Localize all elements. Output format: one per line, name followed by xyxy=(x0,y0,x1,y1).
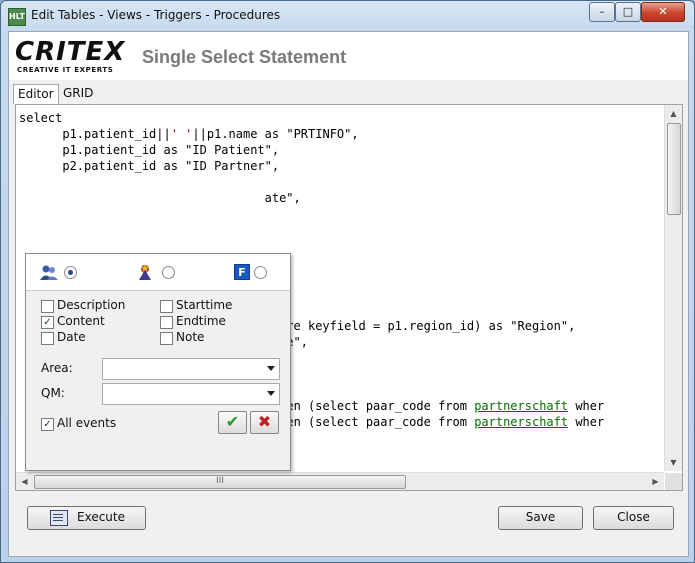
execute-icon xyxy=(50,510,68,526)
minimize-button[interactable]: – xyxy=(589,2,615,22)
magic-icon xyxy=(139,264,151,280)
qm-label: QM: xyxy=(41,386,65,400)
chevron-down-icon[interactable] xyxy=(267,391,275,396)
label-note: Note xyxy=(176,330,205,344)
scroll-left-icon[interactable]: ◀ xyxy=(16,473,33,490)
code-line[interactable]: ate", xyxy=(19,190,662,206)
scroll-corner xyxy=(665,473,682,490)
page-title: Single Select Statement xyxy=(142,47,347,67)
critex-logo: CRITEX CREATIVE IT EXPERTS xyxy=(15,38,125,76)
label-starttime: Starttime xyxy=(176,298,233,312)
app-window: HLT Edit Tables - Views - Triggers - Pro… xyxy=(0,0,695,563)
checkbox-content[interactable]: ✓ xyxy=(41,316,54,329)
checkbox-endtime[interactable] xyxy=(160,316,173,329)
code-table-link[interactable]: partnerschaft xyxy=(474,415,568,429)
label-description: Description xyxy=(57,298,126,312)
checkbox-description[interactable] xyxy=(41,300,54,313)
code-text: p2.patient_id as "ID Partner", xyxy=(62,159,280,173)
app-icon: HLT xyxy=(8,8,26,26)
code-line[interactable]: select xyxy=(19,110,662,126)
maximize-button[interactable]: □ xyxy=(615,2,641,22)
code-line[interactable] xyxy=(19,222,662,238)
code-text: then (select paar_code from xyxy=(264,415,475,429)
window-title: Edit Tables - Views - Triggers - Procedu… xyxy=(31,8,281,22)
checkbox-starttime[interactable] xyxy=(160,300,173,313)
label-all-events: All events xyxy=(57,416,117,430)
title-bar[interactable]: HLT Edit Tables - Views - Triggers - Pro… xyxy=(1,1,694,30)
code-text: then (select paar_code from xyxy=(264,399,475,413)
sql-editor[interactable]: select p1.patient_id||' '||p1.name as "P… xyxy=(15,104,683,491)
mode-radio-people[interactable] xyxy=(64,266,77,279)
qm-select[interactable] xyxy=(102,383,280,405)
code-text: wher xyxy=(568,415,605,429)
label-date: Date xyxy=(57,330,86,344)
code-text: wher xyxy=(568,399,605,413)
scroll-down-icon[interactable]: ▼ xyxy=(665,454,682,471)
check-icon: ✔ xyxy=(225,412,240,431)
execute-label: Execute xyxy=(77,510,125,524)
code-table-link[interactable]: partnerschaft xyxy=(474,399,568,413)
horizontal-scroll-thumb[interactable]: III xyxy=(34,475,406,489)
vertical-scroll-thumb[interactable] xyxy=(667,123,681,215)
mode-radio-magic[interactable] xyxy=(162,266,175,279)
people-icon xyxy=(40,265,58,280)
code-text: p1.patient_id as "ID Patient", xyxy=(62,143,280,157)
tab-grid[interactable]: GRID xyxy=(59,84,97,103)
label-endtime: Endtime xyxy=(176,314,226,328)
code-text: ||p1.name as "PRTINFO", xyxy=(192,127,359,141)
code-line[interactable] xyxy=(19,238,662,254)
checkbox-note[interactable] xyxy=(160,332,173,345)
filter-f-icon: F xyxy=(234,264,250,280)
scroll-right-icon[interactable]: ▶ xyxy=(647,473,664,490)
code-line[interactable] xyxy=(19,174,662,190)
area-select[interactable] xyxy=(102,358,280,380)
checkbox-all-events[interactable]: ✓ xyxy=(41,418,54,431)
area-label: Area: xyxy=(41,361,73,375)
code-line[interactable] xyxy=(19,206,662,222)
header-banner: CRITEX CREATIVE IT EXPERTS Single Select… xyxy=(9,32,688,80)
mode-radio-filter[interactable] xyxy=(254,266,267,279)
execute-button[interactable]: Execute xyxy=(27,506,146,530)
code-line[interactable]: p1.patient_id as "ID Patient", xyxy=(19,142,662,158)
horizontal-scrollbar[interactable]: ◀ III ▶ xyxy=(16,472,664,490)
scroll-up-icon[interactable]: ▲ xyxy=(665,105,682,122)
save-button[interactable]: Save xyxy=(498,506,583,530)
code-text: ate", xyxy=(19,191,301,205)
client-area: CRITEX CREATIVE IT EXPERTS Single Select… xyxy=(8,31,689,557)
label-content: Content xyxy=(57,314,105,328)
code-line[interactable]: p1.patient_id||' '||p1.name as "PRTINFO"… xyxy=(19,126,662,142)
code-line[interactable]: p2.patient_id as "ID Partner", xyxy=(19,158,662,174)
popup-mode-row: F xyxy=(26,254,290,291)
code-text: p1.patient_id|| xyxy=(62,127,171,141)
code-string: ' ' xyxy=(170,127,193,141)
logo-tagline: CREATIVE IT EXPERTS xyxy=(17,66,114,74)
cancel-x-button[interactable]: ✖ xyxy=(250,411,279,434)
logo-wordmark: CRITEX xyxy=(15,37,126,67)
checkbox-date[interactable] xyxy=(41,332,54,345)
close-button[interactable]: Close xyxy=(593,506,674,530)
x-icon: ✖ xyxy=(257,412,272,431)
confirm-check-button[interactable]: ✔ xyxy=(218,411,247,434)
chevron-down-icon[interactable] xyxy=(267,366,275,371)
filter-popup: F Description Starttime ✓ Content Endtim… xyxy=(25,253,291,471)
code-text: select xyxy=(19,111,63,125)
vertical-scrollbar[interactable]: ▲ ▼ xyxy=(664,105,682,471)
tab-editor[interactable]: Editor xyxy=(13,84,59,104)
close-window-button[interactable]: ✕ xyxy=(641,2,685,22)
